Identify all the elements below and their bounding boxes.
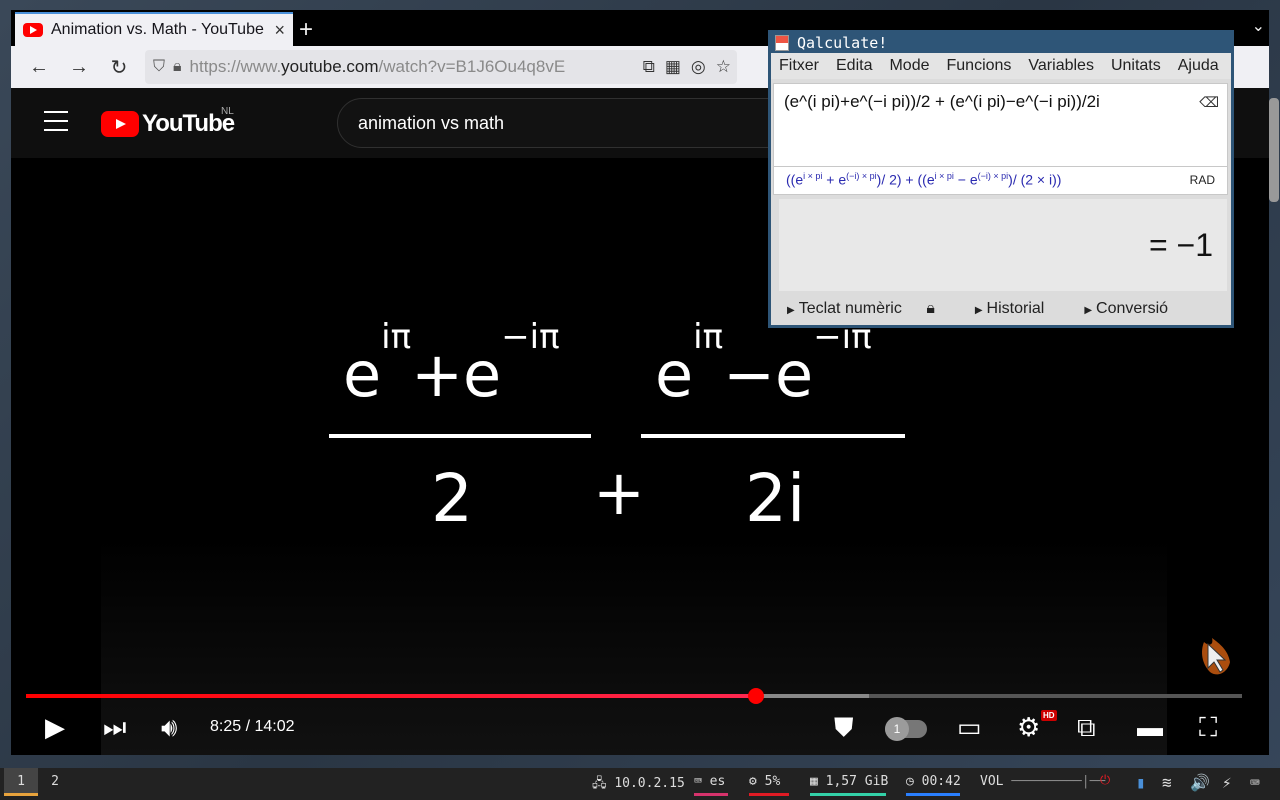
bookmark-star-icon[interactable]: ☆ — [716, 57, 731, 77]
result-display: = −1 — [779, 199, 1227, 291]
url-text[interactable]: https://www.youtube.com/watch?v=B1J6Ou4q… — [190, 57, 566, 77]
player-controls: ▶ ⏭ 🔊︎ 8:25 / 14:02 ⛊ 1 ▭ ⚙ HD ⧉ ▬ ⛶ — [11, 708, 1269, 748]
volume-slider: ─────────|── — [1011, 774, 1106, 789]
memory-usage: ▦ 1,57 GiB — [810, 774, 888, 796]
back-arrow-icon[interactable]: ← — [19, 56, 59, 79]
memory-icon: ▦ — [810, 774, 818, 789]
fraction-bar-left — [329, 434, 591, 438]
youtube-play-logo-icon — [101, 111, 139, 137]
qalculate-menubar: Fitxer Edita Mode Funcions Variables Uni… — [771, 53, 1231, 79]
workspace-1[interactable]: 1 — [4, 768, 38, 796]
fullscreen-icon[interactable]: ⛶ — [1199, 712, 1217, 744]
tab-youtube[interactable]: Animation vs. Math - YouTube × — [15, 12, 293, 46]
picture-in-picture-icon[interactable]: ⧉ — [643, 57, 655, 77]
clear-backspace-icon[interactable]: ⌫ — [1199, 94, 1219, 111]
keyboard-icon: ⌨ — [694, 774, 702, 789]
speaker-icon[interactable]: 🔊 — [1190, 773, 1210, 792]
volume-control[interactable]: VOL ─────────|── — [980, 774, 1105, 793]
qalculate-window: Qalculate! Fitxer Edita Mode Funcions Va… — [768, 30, 1234, 328]
qalculate-footer: ▶ Teclat numèric 🔒︎ ▶ Historial ▶ Conversió — [771, 293, 1231, 325]
qalculate-titlebar[interactable]: Qalculate! — [771, 33, 1231, 53]
search-input[interactable]: animation vs math — [337, 98, 797, 148]
equation-numerator-right: eiπ−e−iπ — [655, 317, 872, 411]
fraction-bar-right — [641, 434, 905, 438]
equation-plus: + — [593, 456, 645, 529]
power-icon[interactable]: ⏻ — [1100, 773, 1110, 788]
angle-mode-indicator[interactable]: RAD — [1190, 173, 1215, 187]
history-expander[interactable]: ▶ Historial — [975, 300, 1065, 318]
expander-triangle-icon: ▶ — [974, 305, 983, 316]
volume-icon[interactable]: 🔊︎ — [161, 712, 177, 744]
sponsor-shield-icon[interactable]: ⛊ — [834, 712, 854, 744]
equation-numerator-left: eiπ+e−iπ — [343, 317, 560, 411]
workspace-2[interactable]: 2 — [38, 768, 72, 796]
keypad-expander[interactable]: ▶ Teclat numèric 🔒︎ — [787, 300, 955, 318]
youtube-logo[interactable]: YouTube NL — [101, 106, 235, 138]
country-code: NL — [221, 106, 234, 117]
youtube-favicon-icon — [23, 23, 43, 37]
forward-arrow-icon[interactable]: → — [59, 56, 99, 79]
progress-scrubber-handle[interactable] — [747, 688, 764, 704]
menu-funcions[interactable]: Funcions — [947, 57, 1012, 75]
hd-badge: HD — [1041, 710, 1057, 721]
progress-played — [26, 694, 756, 698]
cpu-usage: ⚙ 5% — [749, 774, 789, 796]
conversion-expander[interactable]: ▶ Conversió — [1084, 300, 1188, 318]
network-status: 🖧 10.0.2.15 — [592, 774, 685, 800]
lock-icon: 🔒︎ — [926, 300, 935, 317]
keyboard-layout: ⌨ es — [694, 774, 728, 796]
wifi-icon[interactable]: ≋ — [1162, 773, 1172, 792]
time-display: 8:25 / 14:02 — [210, 718, 295, 735]
clock-icon: ◷ — [906, 774, 914, 789]
tab-close-icon[interactable]: × — [274, 20, 285, 41]
taskbar: 1 2 🖧 10.0.2.15 ⌨ es ⚙ 5% ▦ 1,57 GiB ◷ 0… — [0, 768, 1280, 800]
page-scrollbar[interactable] — [1269, 98, 1279, 202]
clock: ◷ 00:42 — [906, 774, 961, 796]
next-icon[interactable]: ⏭ — [103, 712, 126, 744]
parsed-expression: ((ei × pi + e(−i) × pi)/ 2) + ((ei × pi … — [773, 167, 1228, 195]
menu-hamburger-icon[interactable] — [44, 111, 68, 138]
menu-fitxer[interactable]: Fitxer — [779, 57, 819, 75]
address-bar-actions: ⧉ ▦ ◎ ☆ — [643, 57, 731, 77]
qalculate-app-icon — [775, 35, 789, 51]
address-bar[interactable]: ⛉ 🔒︎ https://www.youtube.com/watch?v=B1J… — [145, 50, 737, 84]
fingerprint-icon[interactable]: ◎ — [691, 57, 706, 77]
expression-input[interactable]: (e^(i pi)+e^(−i pi))/2 + (e^(i pi)−e^(−i… — [773, 83, 1228, 167]
flame-cursor-icon — [1202, 638, 1230, 675]
settings-gear-icon[interactable]: ⚙ — [1017, 712, 1040, 743]
expander-triangle-icon: ▶ — [787, 305, 795, 316]
expander-triangle-icon: ▶ — [1084, 305, 1093, 316]
menu-unitats[interactable]: Unitats — [1111, 57, 1161, 75]
network-icon: 🖧 — [592, 776, 607, 791]
usb-drive-icon[interactable]: ▮ — [1136, 773, 1146, 792]
shield-icon[interactable]: ⛉ — [153, 58, 165, 76]
menu-edita[interactable]: Edita — [836, 57, 872, 75]
battery-icon[interactable]: ⚡ — [1222, 773, 1232, 792]
qr-code-icon[interactable]: ▦ — [665, 57, 681, 77]
menu-mode[interactable]: Mode — [889, 57, 929, 75]
menu-ajuda[interactable]: Ajuda — [1178, 57, 1219, 75]
subtitles-icon[interactable]: ▭ — [957, 712, 982, 743]
equation-denominator-right: 2i — [745, 460, 806, 537]
play-icon[interactable]: ▶ — [45, 712, 65, 743]
tab-title: Animation vs. Math - YouTube — [51, 21, 264, 38]
reload-icon[interactable]: ↻ — [99, 55, 139, 80]
video-progress-bar[interactable] — [26, 688, 1242, 704]
lock-icon[interactable]: 🔒︎ — [173, 58, 182, 76]
theater-mode-icon[interactable]: ▬ — [1137, 712, 1163, 743]
tab-list-chevron-icon[interactable]: ⌄ — [1252, 16, 1265, 36]
miniplayer-icon[interactable]: ⧉ — [1077, 712, 1096, 744]
cpu-icon: ⚙ — [749, 774, 757, 789]
autoplay-toggle[interactable]: 1 — [885, 717, 927, 741]
keyboard-tray-icon[interactable]: ⌨ — [1250, 773, 1260, 792]
menu-variables[interactable]: Variables — [1028, 57, 1094, 75]
new-tab-button[interactable]: + — [299, 16, 313, 44]
equation-denominator-left: 2 — [431, 460, 473, 537]
